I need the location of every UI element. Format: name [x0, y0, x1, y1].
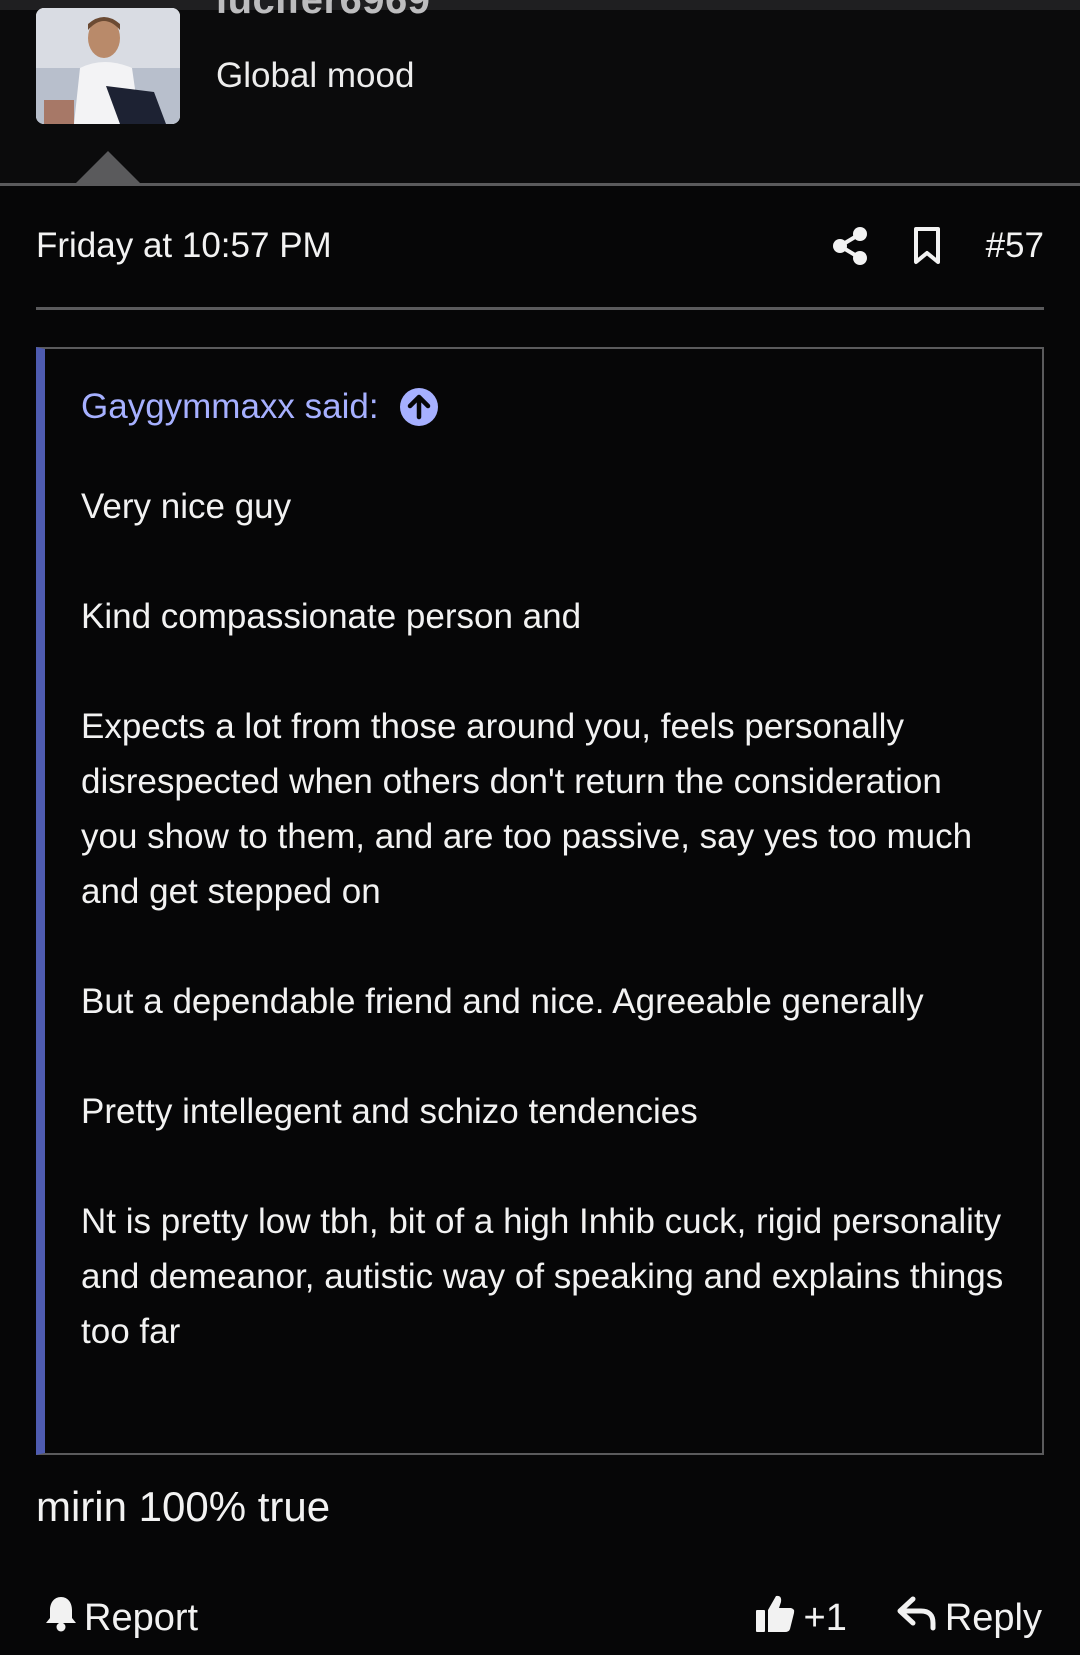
- thumbs-up-icon: [754, 1592, 796, 1644]
- username[interactable]: lucifer6969: [216, 0, 431, 23]
- quote-block: Gaygymmaxx said: Very nice guy Kind comp…: [36, 347, 1044, 1455]
- user-title: Global mood: [216, 56, 415, 95]
- post-number-link[interactable]: #57: [986, 226, 1044, 266]
- like-button[interactable]: +1: [754, 1592, 847, 1644]
- post-date[interactable]: Friday at 10:57 PM: [36, 226, 332, 266]
- quote-paragraph: Very nice guy: [81, 487, 292, 526]
- pointer-arrow: [74, 151, 142, 185]
- reply-label: Reply: [944, 1596, 1042, 1639]
- arrow-up-circle-icon[interactable]: [399, 387, 439, 427]
- share-icon[interactable]: [832, 226, 868, 266]
- quote-author: Gaygymmaxx said:: [81, 383, 1006, 431]
- quote-paragraph: Nt is pretty low tbh, bit of a high Inhi…: [81, 1202, 1004, 1351]
- report-button[interactable]: Report: [44, 1592, 198, 1644]
- bell-icon: [44, 1594, 78, 1642]
- quote-paragraph: Expects a lot from those around you, fee…: [81, 707, 973, 911]
- quote-paragraph: Kind compassionate person and: [81, 597, 582, 636]
- post-actions: #57: [832, 220, 1044, 272]
- reply-button[interactable]: Reply: [897, 1595, 1042, 1641]
- bookmark-icon[interactable]: [912, 226, 942, 266]
- quote-body: Very nice guy Kind compassionate person …: [81, 479, 1006, 1359]
- quote-paragraph: Pretty intellegent and schizo tendencies: [81, 1092, 698, 1131]
- reply-arrow-icon: [897, 1595, 937, 1641]
- quote-paragraph: But a dependable friend and nice. Agreea…: [81, 982, 924, 1021]
- post-divider: [36, 307, 1044, 310]
- like-count: +1: [803, 1596, 847, 1639]
- quote-author-link[interactable]: Gaygymmaxx said:: [81, 387, 379, 427]
- user-avatar[interactable]: [36, 8, 180, 124]
- post-message: mirin 100% true: [36, 1483, 331, 1530]
- report-label: Report: [84, 1596, 199, 1639]
- avatar-photo: [36, 8, 180, 124]
- header-divider: [0, 183, 1080, 186]
- post-footer-actions: +1 Reply: [754, 1592, 1042, 1644]
